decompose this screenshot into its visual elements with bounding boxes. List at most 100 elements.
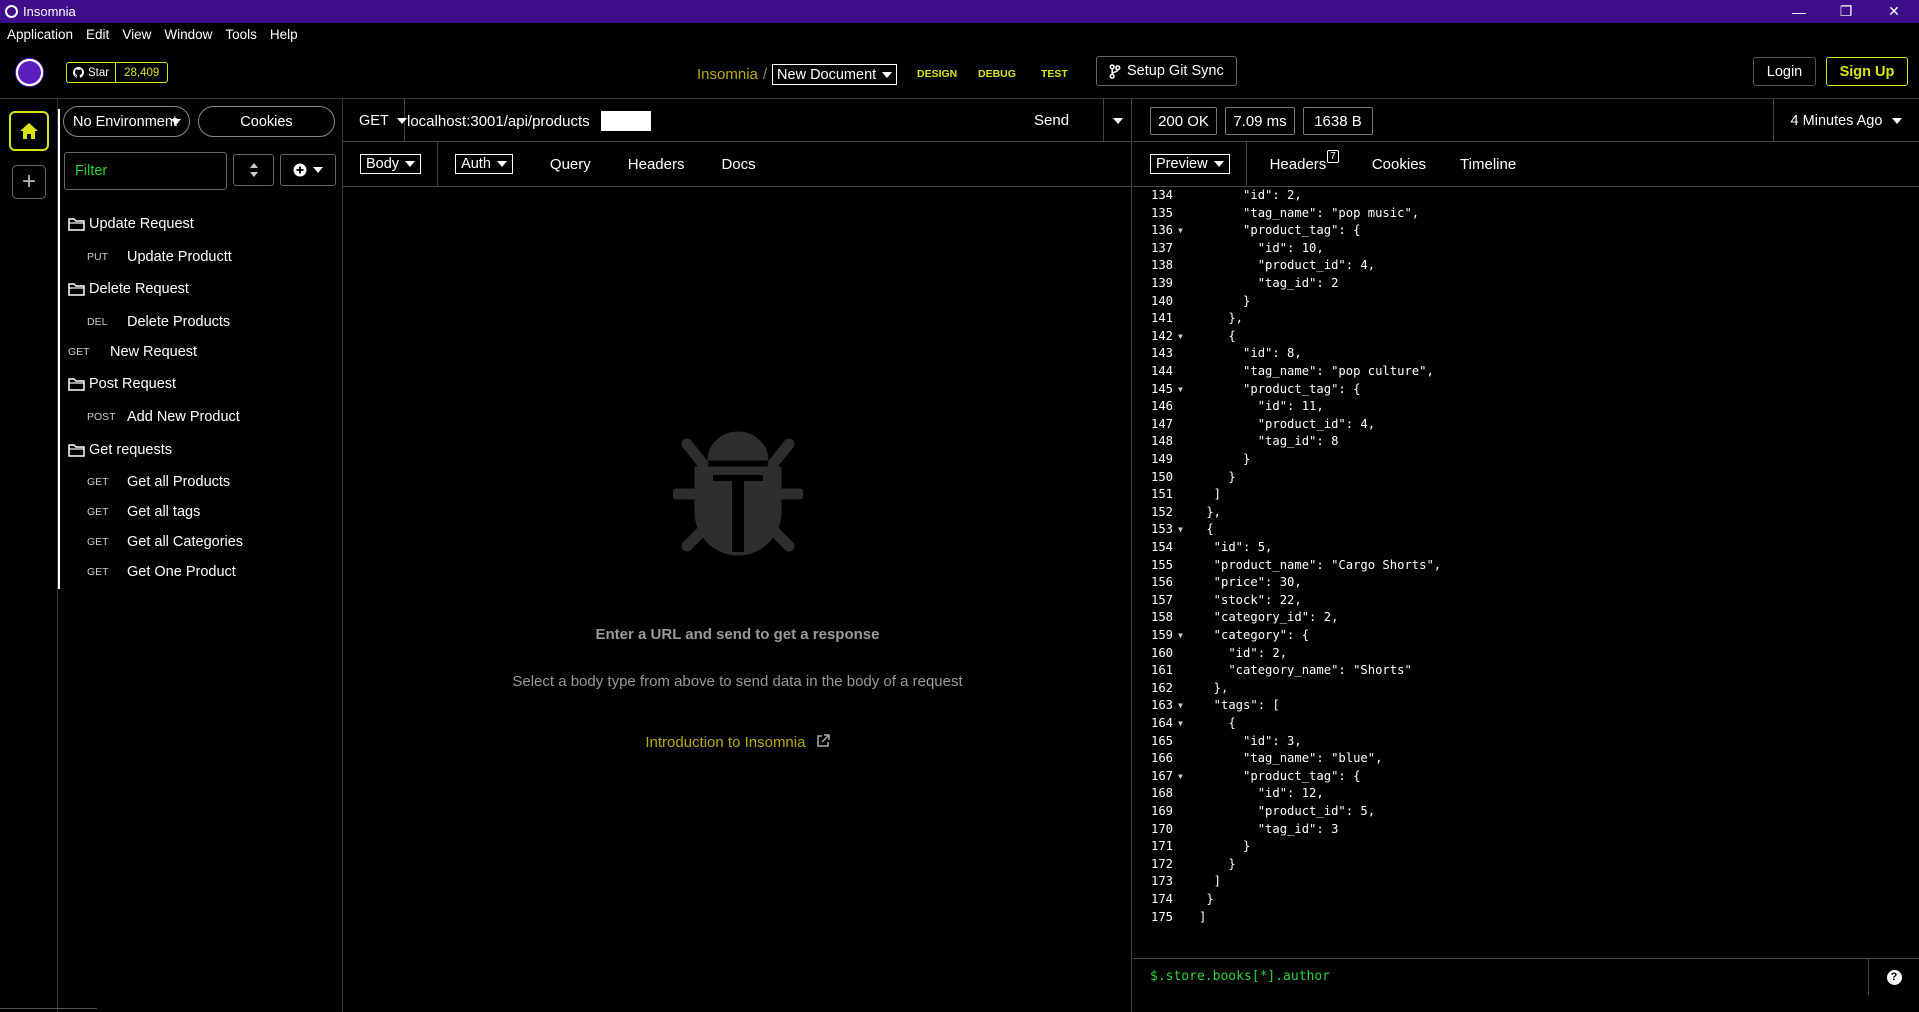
response-pane: 200 OK 7.09 ms 1638 B 4 Minutes Ago Prev…: [1133, 99, 1919, 1012]
tab-test[interactable]: TEST: [1041, 68, 1068, 80]
menu-edit[interactable]: Edit: [86, 27, 109, 42]
code-text: {: [1199, 328, 1236, 343]
breadcrumb-app[interactable]: Insomnia: [697, 66, 758, 83]
menu-application[interactable]: Application: [7, 27, 73, 42]
folder-label: Get requests: [89, 442, 173, 458]
minimize-button[interactable]: —: [1776, 0, 1822, 23]
menu-help[interactable]: Help: [270, 27, 298, 42]
fold-toggle-icon[interactable]: ▼: [1178, 631, 1183, 640]
menu-tools[interactable]: Tools: [225, 27, 257, 42]
tab-headers[interactable]: Headers: [628, 156, 685, 173]
tab-timeline[interactable]: Timeline: [1460, 156, 1516, 173]
send-options-dropdown[interactable]: [1103, 99, 1132, 142]
fold-toggle-icon[interactable]: ▼: [1178, 701, 1183, 710]
code-text: "tag_id": 8: [1199, 434, 1339, 449]
tab-query[interactable]: Query: [550, 156, 591, 173]
tab-auth[interactable]: Auth: [455, 154, 513, 174]
code-text: "product_id": 5,: [1199, 804, 1376, 818]
fold-toggle-icon[interactable]: ▼: [1178, 226, 1183, 235]
menu-window[interactable]: Window: [164, 27, 212, 42]
introduction-link[interactable]: Introduction to Insomnia: [343, 734, 1132, 751]
tab-response-headers[interactable]: Headers 7: [1270, 150, 1339, 173]
document-selector[interactable]: New Document: [772, 64, 898, 85]
method-badge: GET: [87, 476, 109, 488]
sort-icon: [249, 163, 258, 177]
code-line: 175]: [1133, 910, 1919, 928]
request-delete-products[interactable]: DEL Delete Products: [87, 309, 230, 335]
plus-icon[interactable]: +: [12, 165, 46, 199]
code-line: 143 "id": 8,: [1133, 346, 1919, 364]
login-button[interactable]: Login: [1753, 57, 1816, 86]
sort-button[interactable]: [233, 154, 274, 186]
request-get-all-products[interactable]: GET Get all Products: [87, 469, 230, 495]
folder-icon: [68, 217, 85, 231]
home-button[interactable]: [9, 111, 49, 151]
request-new-request[interactable]: GET New Request: [68, 339, 197, 365]
chevron-down-icon: [1892, 117, 1903, 124]
response-tabs: Preview Headers 7 Cookies Timeline: [1133, 141, 1919, 187]
signup-button[interactable]: Sign Up: [1826, 57, 1908, 86]
code-text: "tag_name": "pop culture",: [1199, 364, 1434, 378]
request-tabs: Body Auth Query Headers Docs: [343, 141, 1132, 187]
tab-body[interactable]: Body: [360, 154, 422, 174]
folder-delete-request[interactable]: Delete Request: [68, 276, 189, 302]
line-number: 135: [1150, 205, 1173, 220]
cookies-button[interactable]: Cookies: [198, 106, 335, 137]
tab-design[interactable]: DESIGN: [917, 68, 957, 80]
tab-docs[interactable]: Docs: [721, 156, 755, 173]
line-number: 155: [1150, 557, 1173, 572]
url-input[interactable]: [407, 109, 607, 133]
environment-selector[interactable]: No Environment: [63, 106, 190, 137]
insomnia-logo-icon[interactable]: [15, 58, 44, 87]
request-add-new-product[interactable]: POST Add New Product: [87, 404, 240, 430]
code-line: 158 "category_id": 2,: [1133, 610, 1919, 628]
close-button[interactable]: ✕: [1871, 0, 1917, 23]
fold-toggle-icon[interactable]: ▼: [1178, 525, 1183, 534]
folder-get-requests[interactable]: Get requests: [68, 437, 172, 463]
code-line: 164 ▼ {: [1133, 716, 1919, 734]
code-text: "id": 5,: [1199, 540, 1273, 554]
response-filter-input[interactable]: $.store.books[*].author: [1150, 969, 1330, 984]
line-number: 153: [1150, 522, 1173, 537]
github-star-button[interactable]: Star: [67, 63, 117, 82]
code-line: 138 "product_id": 4,: [1133, 258, 1919, 276]
help-button[interactable]: ?: [1868, 959, 1919, 995]
maximize-button[interactable]: ❐: [1823, 0, 1869, 23]
fold-toggle-icon[interactable]: ▼: [1178, 719, 1183, 728]
request-get-all-categories[interactable]: GET Get all Categories: [87, 529, 243, 555]
menu-view[interactable]: View: [122, 27, 151, 42]
title-bar: Insomnia — ❐ ✕: [0, 0, 1919, 23]
request-update-productt[interactable]: PUT Update Productt: [87, 244, 232, 270]
fold-toggle-icon[interactable]: ▼: [1178, 332, 1183, 341]
tab-debug[interactable]: DEBUG: [978, 68, 1016, 80]
code-text: },: [1199, 680, 1229, 695]
response-size: 1638 B: [1303, 107, 1373, 135]
method-selector[interactable]: GET: [343, 99, 407, 142]
fold-toggle-icon[interactable]: ▼: [1178, 385, 1183, 394]
response-body-viewer[interactable]: 134 "id": 2, 135 "tag_name": "pop music",…: [1133, 187, 1919, 957]
line-number: 164: [1150, 716, 1173, 730]
github-star-widget[interactable]: Star 28,409: [66, 62, 169, 83]
home-icon: [20, 123, 38, 139]
filter-input[interactable]: [64, 152, 227, 190]
folder-update-request[interactable]: Update Request: [68, 211, 194, 237]
request-get-one-product[interactable]: GET Get One Product: [87, 559, 236, 585]
star-count[interactable]: 28,409: [116, 63, 167, 82]
code-text: "id": 2,: [1199, 188, 1302, 202]
code-line: 146 "id": 11,: [1133, 399, 1919, 417]
request-label: Get all Categories: [127, 534, 244, 550]
method-badge: DEL: [87, 316, 108, 328]
tab-preview[interactable]: Preview: [1150, 154, 1230, 174]
code-line: 145 ▼ "product_tag": {: [1133, 382, 1919, 400]
request-get-all-tags[interactable]: GET Get all tags: [87, 499, 200, 525]
fold-toggle-icon[interactable]: ▼: [1178, 772, 1183, 781]
response-history-dropdown[interactable]: 4 Minutes Ago: [1773, 99, 1919, 142]
code-text: }: [1199, 856, 1236, 871]
tab-cookies[interactable]: Cookies: [1372, 156, 1426, 173]
code-line: 168 "id": 12,: [1133, 786, 1919, 804]
line-number: 162: [1150, 680, 1173, 695]
add-request-button[interactable]: [280, 154, 336, 186]
url-selection-highlight: [601, 111, 651, 131]
setup-git-sync-button[interactable]: Setup Git Sync: [1096, 56, 1237, 86]
folder-post-request[interactable]: Post Request: [68, 371, 176, 397]
